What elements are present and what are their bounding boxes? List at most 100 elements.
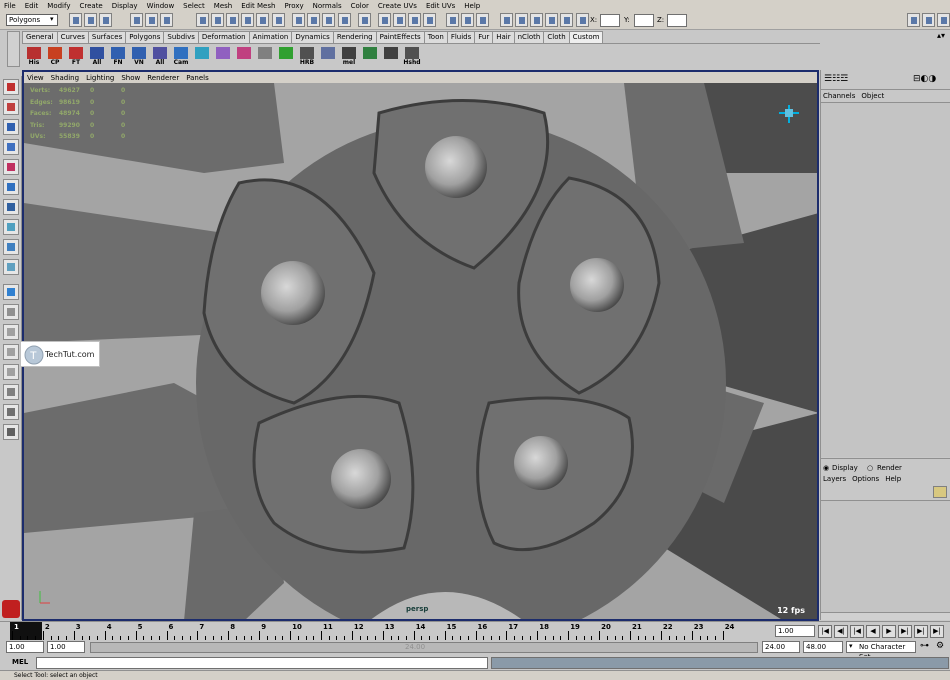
- menu-edit-uvs[interactable]: Edit UVs: [426, 2, 455, 10]
- attribute-editor-icon[interactable]: [907, 13, 920, 27]
- input-ops-icon[interactable]: [338, 13, 351, 27]
- shelf-tab-painteffects[interactable]: PaintEffects: [375, 31, 425, 43]
- x-field[interactable]: [600, 14, 620, 27]
- shelf-button-mel-icon[interactable]: mel: [339, 46, 359, 66]
- shelf-button-tool-icon[interactable]: [318, 46, 338, 66]
- layout-uv-icon[interactable]: [3, 424, 19, 440]
- layers-menu[interactable]: Layers: [823, 475, 846, 483]
- shelf-tab-general[interactable]: General: [22, 31, 58, 43]
- shelf-tab-deformation[interactable]: Deformation: [197, 31, 250, 43]
- shelf-button-hshd-icon[interactable]: Hshd: [402, 46, 422, 66]
- select-object-icon[interactable]: [145, 13, 158, 27]
- shelf-tab-toon[interactable]: Toon: [423, 31, 448, 43]
- layout-graph-icon[interactable]: [3, 344, 19, 360]
- snap-point-icon[interactable]: [226, 13, 239, 27]
- layout-outliner-icon[interactable]: [3, 324, 19, 340]
- render-radio-icon[interactable]: ○: [867, 464, 873, 472]
- shelf-button-all-icon[interactable]: All: [87, 46, 107, 66]
- auto-key-icon[interactable]: ⊶: [920, 641, 929, 651]
- viewport-menu-lighting[interactable]: Lighting: [86, 74, 114, 82]
- snap-grid-icon[interactable]: [476, 13, 489, 27]
- tool-settings-icon[interactable]: [922, 13, 935, 27]
- step-back-frame-icon[interactable]: |◀: [850, 625, 864, 638]
- layer-scrollbar[interactable]: [821, 612, 950, 620]
- shelf-button-tool-icon[interactable]: [276, 46, 296, 66]
- last-tool-icon[interactable]: [3, 239, 19, 255]
- y-field[interactable]: [634, 14, 654, 27]
- layout-custom-icon[interactable]: [3, 384, 19, 400]
- shelf-tab-animation[interactable]: Animation: [248, 31, 293, 43]
- display-radio-icon[interactable]: ◉: [823, 464, 829, 472]
- object-menu[interactable]: Object: [861, 92, 884, 100]
- playback-start-field[interactable]: 1.00: [47, 641, 85, 653]
- channels-menu[interactable]: Channels: [823, 92, 855, 100]
- shelf-tab-custom[interactable]: Custom: [568, 31, 604, 43]
- paint-select-icon[interactable]: [3, 119, 19, 135]
- shelf-tab-hair[interactable]: Hair: [492, 31, 515, 43]
- perspective-viewport[interactable]: View Shading Lighting Show Renderer Panels: [22, 70, 819, 621]
- viewport-menu-renderer[interactable]: Renderer: [147, 74, 179, 82]
- shelf-button-vn-icon[interactable]: VN: [129, 46, 149, 66]
- channel-layout-icon[interactable]: ⊟◐◑: [913, 74, 936, 84]
- snap-plane-icon[interactable]: [530, 13, 543, 27]
- render-settings-icon[interactable]: [322, 13, 335, 27]
- shelf-tab-dynamics[interactable]: Dynamics: [291, 31, 334, 43]
- shelf-button-ft-icon[interactable]: FT: [66, 46, 86, 66]
- menu-mesh[interactable]: Mesh: [214, 2, 232, 10]
- select-component-icon[interactable]: [461, 13, 474, 27]
- render-icon[interactable]: [292, 13, 305, 27]
- shelf-tab-subdivs[interactable]: Subdivs: [163, 31, 199, 43]
- lasso-tool-icon[interactable]: [3, 99, 19, 115]
- menu-help[interactable]: Help: [464, 2, 480, 10]
- new-scene-icon[interactable]: [69, 13, 82, 27]
- snap-curve-icon[interactable]: [211, 13, 224, 27]
- menu-window[interactable]: Window: [147, 2, 175, 10]
- shelf-button-fn-icon[interactable]: FN: [108, 46, 128, 66]
- select-object-icon[interactable]: [446, 13, 459, 27]
- shelf-button-tool-icon[interactable]: [234, 46, 254, 66]
- menu-edit-mesh[interactable]: Edit Mesh: [241, 2, 275, 10]
- step-forward-frame-icon[interactable]: ▶|: [898, 625, 912, 638]
- shelf-tab-fur[interactable]: Fur: [474, 31, 494, 43]
- select-hierarchy-icon[interactable]: [423, 13, 436, 27]
- shelf-button-all-icon[interactable]: All: [150, 46, 170, 66]
- shelf-button-cp-icon[interactable]: CP: [45, 46, 65, 66]
- character-set-dropdown[interactable]: No Character Set: [846, 641, 916, 661]
- layout-single-icon[interactable]: [3, 259, 19, 275]
- shelf-button-hrb-icon[interactable]: HRB: [297, 46, 317, 66]
- history-icon[interactable]: [560, 13, 573, 27]
- shelf-tab-curves[interactable]: Curves: [56, 31, 89, 43]
- play-forward-icon[interactable]: ▶: [882, 625, 896, 638]
- layout-four-icon[interactable]: [3, 284, 19, 300]
- step-forward-key-icon[interactable]: ▶|: [914, 625, 928, 638]
- preferences-icon[interactable]: ⚙: [936, 641, 944, 651]
- shelf-tab-cloth[interactable]: Cloth: [543, 31, 570, 43]
- make-live-icon[interactable]: [256, 13, 269, 27]
- channel-box-icon[interactable]: ☰☷☲: [824, 74, 848, 84]
- viewport-menu-show[interactable]: Show: [121, 74, 140, 82]
- shelf-button-tool-icon[interactable]: [255, 46, 275, 66]
- layout-hypershade-icon[interactable]: [3, 364, 19, 380]
- current-time-field[interactable]: 1.00: [775, 625, 815, 637]
- shelf-button-tool-icon[interactable]: [192, 46, 212, 66]
- help-menu[interactable]: Help: [885, 475, 901, 483]
- new-layer-icon[interactable]: [933, 486, 947, 498]
- playback-end-field[interactable]: 24.00: [762, 641, 800, 653]
- menu-color[interactable]: Color: [351, 2, 369, 10]
- shelf-button-tool-icon[interactable]: [381, 46, 401, 66]
- shelf-tab-rendering[interactable]: Rendering: [332, 31, 377, 43]
- snap-curve-icon[interactable]: [500, 13, 513, 27]
- go-to-start-icon[interactable]: |◀: [818, 625, 832, 638]
- manipulator-icon[interactable]: [3, 199, 19, 215]
- menu-create[interactable]: Create: [79, 2, 102, 10]
- shelf-tab-surfaces[interactable]: Surfaces: [87, 31, 127, 43]
- menu-create-uvs[interactable]: Create UVs: [378, 2, 417, 10]
- layout-persp-icon[interactable]: [3, 304, 19, 320]
- menu-proxy[interactable]: Proxy: [284, 2, 303, 10]
- select-tool-icon[interactable]: [3, 79, 19, 95]
- menu-normals[interactable]: Normals: [313, 2, 342, 10]
- make-live-icon[interactable]: [545, 13, 558, 27]
- open-scene-icon[interactable]: [84, 13, 97, 27]
- shelf-button-cam-icon[interactable]: Cam: [171, 46, 191, 66]
- viewport-menu-panels[interactable]: Panels: [186, 74, 209, 82]
